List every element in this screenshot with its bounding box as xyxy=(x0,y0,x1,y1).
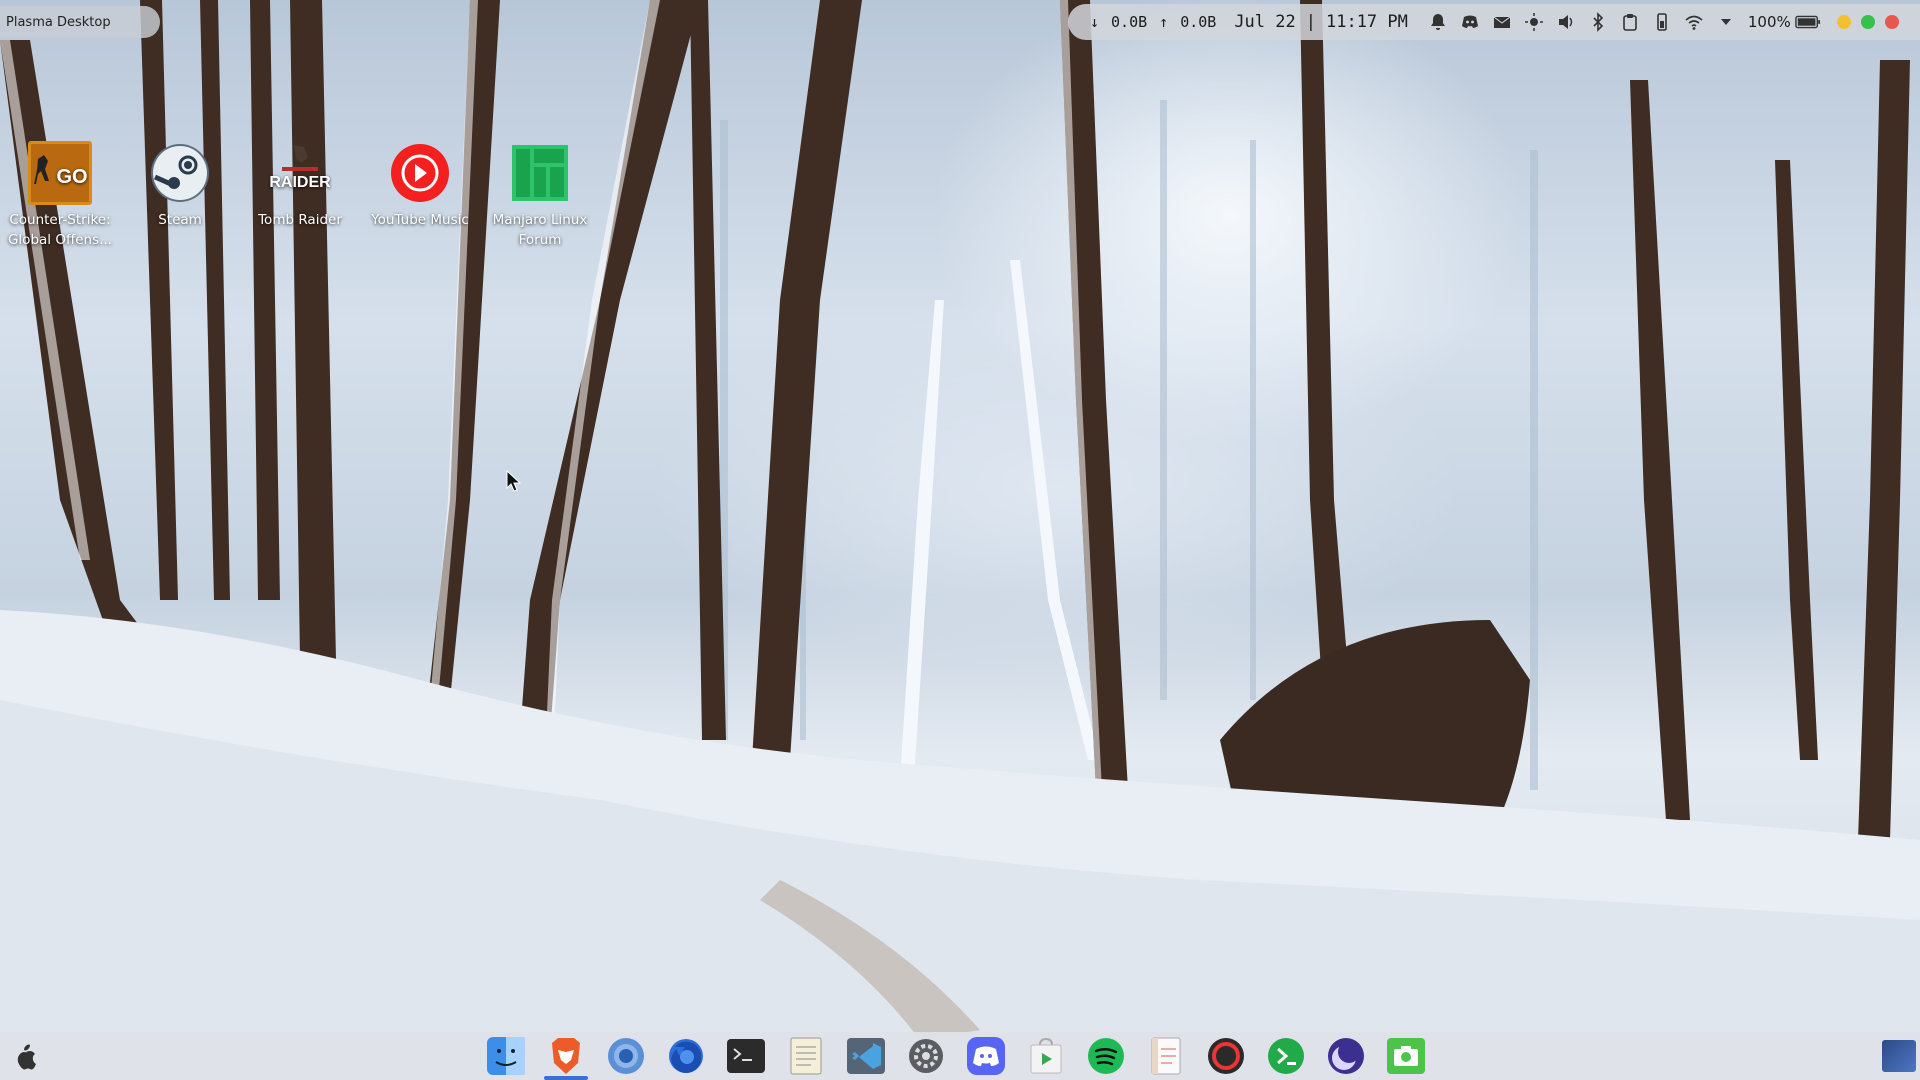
dock-apps xyxy=(486,1036,1426,1080)
desktop-icons: GO Counter-Strike: Global Offens... Stea… xyxy=(0,140,600,250)
csgo-icon: GO xyxy=(27,140,93,206)
volume-icon[interactable] xyxy=(1556,12,1576,32)
brightness-icon[interactable] xyxy=(1524,12,1544,32)
battery-monitor-icon[interactable] xyxy=(1652,12,1672,32)
desktop-icon-label: Steam xyxy=(158,212,202,228)
store-icon[interactable] xyxy=(1026,1036,1066,1076)
manjaro-icon xyxy=(507,140,573,206)
mouse-cursor-icon xyxy=(506,470,522,492)
maximize-button[interactable] xyxy=(1860,15,1875,29)
moon-icon[interactable] xyxy=(1326,1036,1366,1076)
desktop-icon-label: Counter-Strike: Global Offens... xyxy=(7,212,113,248)
notifications-icon[interactable] xyxy=(1428,12,1448,32)
terminal-icon[interactable] xyxy=(726,1036,766,1076)
discord-tray-icon[interactable] xyxy=(1460,12,1480,32)
expand-arrow-icon[interactable] xyxy=(1716,12,1736,32)
notes-icon[interactable] xyxy=(1146,1036,1186,1076)
network-monitor[interactable]: ↓ 0.0B ↑ 0.0B xyxy=(1090,13,1216,31)
battery-percent: 100% xyxy=(1747,13,1791,31)
svg-text:RAIDER: RAIDER xyxy=(269,174,331,191)
net-down-value: 0.0B xyxy=(1111,13,1148,31)
clock-widget[interactable]: Jul 22 | 11:17 PM xyxy=(1234,12,1408,32)
mail-icon[interactable] xyxy=(1492,12,1512,32)
desktop-icon-label: Tomb Raider xyxy=(258,212,342,228)
bottom-dock xyxy=(0,1032,1920,1080)
battery-icon xyxy=(1794,15,1820,29)
battery-indicator[interactable]: 100% xyxy=(1748,13,1821,31)
time-text: 11:17 PM xyxy=(1325,12,1408,32)
active-window-title[interactable]: Plasma Desktop xyxy=(0,6,160,38)
text-editor-icon[interactable] xyxy=(786,1036,826,1076)
desktop-icon-tomb-raider[interactable]: RAIDER Tomb Raider xyxy=(240,140,360,250)
desktop-icon-label: YouTube Music xyxy=(371,212,469,228)
system-tray: 100% xyxy=(1428,12,1821,32)
minimize-button[interactable] xyxy=(1836,15,1851,29)
chromium-icon[interactable] xyxy=(606,1036,646,1076)
firefox-icon[interactable] xyxy=(666,1036,706,1076)
finder-icon[interactable] xyxy=(486,1036,526,1076)
clock-separator: | xyxy=(1305,12,1316,32)
settings-icon[interactable] xyxy=(906,1036,946,1076)
top-panel: ↓ 0.0B ↑ 0.0B Jul 22 | 11:17 PM 100% xyxy=(1068,4,1920,40)
camera-icon[interactable] xyxy=(1386,1036,1426,1076)
date-text: Jul 22 xyxy=(1234,12,1296,32)
show-desktop-button[interactable] xyxy=(1882,1040,1916,1072)
desktop-icon-youtube-music[interactable]: YouTube Music xyxy=(360,140,480,250)
youtube-music-icon xyxy=(387,140,453,206)
window-controls xyxy=(1836,15,1899,29)
spotify-icon[interactable] xyxy=(1086,1036,1126,1076)
desktop-icon-label: Manjaro Linux Forum xyxy=(492,212,588,248)
console-icon[interactable] xyxy=(1266,1036,1306,1076)
net-up-value: 0.0B xyxy=(1180,13,1217,31)
net-down-arrow: ↓ xyxy=(1090,13,1100,31)
svg-text:GO: GO xyxy=(56,166,87,188)
wifi-icon[interactable] xyxy=(1684,12,1704,32)
net-up-arrow: ↑ xyxy=(1159,13,1169,31)
steam-icon xyxy=(147,140,213,206)
close-button[interactable] xyxy=(1884,15,1899,29)
desktop-icon-steam[interactable]: Steam xyxy=(120,140,240,250)
clipboard-icon[interactable] xyxy=(1620,12,1640,32)
apple-icon[interactable] xyxy=(14,1044,38,1074)
desktop-icon-csgo[interactable]: GO Counter-Strike: Global Offens... xyxy=(0,140,120,250)
brave-icon[interactable] xyxy=(544,1036,588,1080)
bluetooth-icon[interactable] xyxy=(1588,12,1608,32)
tomb-raider-icon: RAIDER xyxy=(267,140,333,206)
discord-icon[interactable] xyxy=(966,1036,1006,1076)
window-title-text: Plasma Desktop xyxy=(6,14,111,30)
vscode-icon[interactable] xyxy=(846,1036,886,1076)
record-icon[interactable] xyxy=(1206,1036,1246,1076)
desktop-icon-manjaro-forum[interactable]: Manjaro Linux Forum xyxy=(480,140,600,250)
